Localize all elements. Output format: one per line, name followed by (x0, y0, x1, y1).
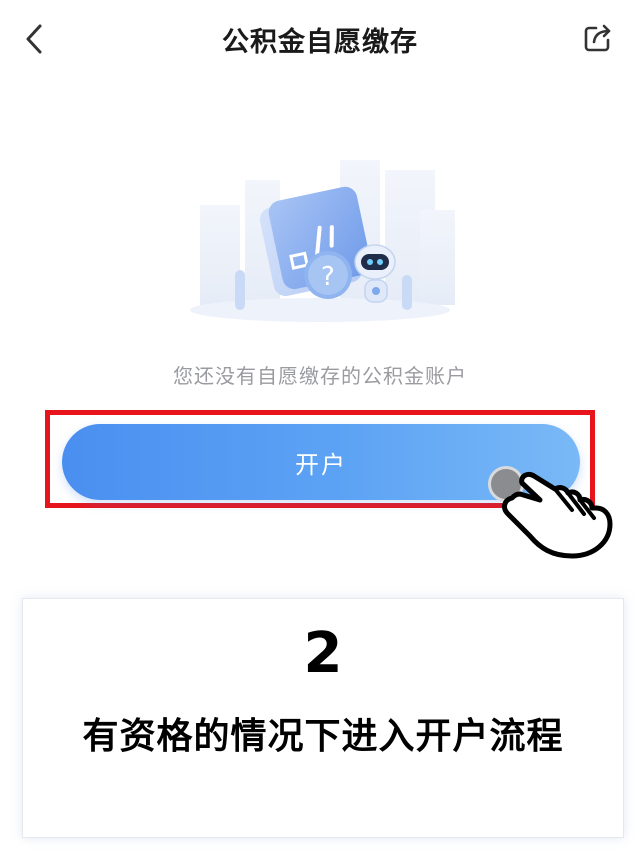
svg-text:?: ? (321, 262, 335, 292)
step-caption-card: 2 有资格的情况下进入开户流程 (22, 598, 624, 838)
top-nav-bar: 公积金自愿缴存 (0, 0, 640, 78)
pointing-hand-icon (502, 471, 613, 559)
empty-account-illustration: ? (190, 160, 455, 322)
empty-state-message: 您还没有自愿缴存的公积金账户 (173, 364, 467, 388)
share-icon[interactable] (582, 22, 614, 54)
page-title: 公积金自愿缴存 (222, 27, 418, 58)
open-account-label: 开户 (295, 450, 347, 479)
step-description: 有资格的情况下进入开户流程 (82, 716, 564, 757)
step-number: 2 (303, 621, 343, 686)
